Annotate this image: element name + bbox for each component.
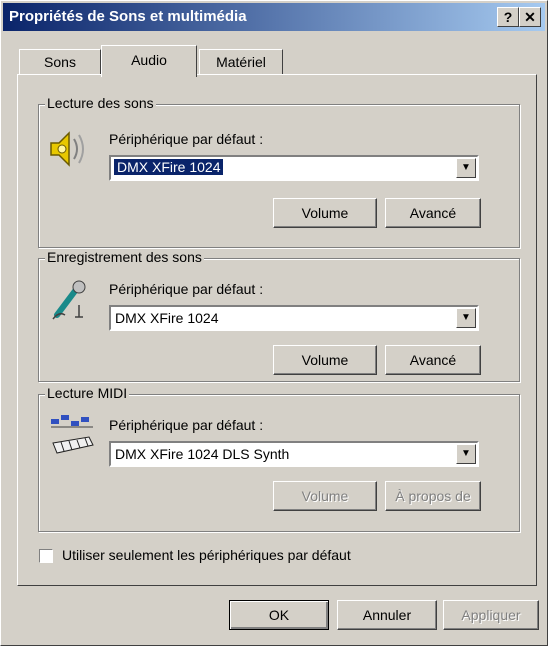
midi-device-label: Périphérique par défaut : — [109, 417, 264, 433]
group-midi: Lecture MIDI Périphérique par défaut : D… — [38, 385, 520, 532]
tab-audio[interactable]: Audio — [101, 45, 197, 77]
title-bar[interactable]: Propriétés de Sons et multimédia ? ✕ — [3, 3, 545, 31]
chevron-down-icon[interactable]: ▼ — [456, 158, 476, 178]
playback-device-select[interactable]: DMX XFire 1024 ▼ — [109, 155, 479, 181]
recording-advanced-button[interactable]: Avancé — [385, 345, 481, 375]
tab-materiel[interactable]: Matériel — [199, 49, 283, 75]
group-playback-label: Lecture des sons — [45, 95, 156, 111]
playback-device-value: DMX XFire 1024 — [114, 159, 224, 175]
group-midi-label: Lecture MIDI — [45, 385, 130, 401]
window-title: Propriétés de Sons et multimédia — [9, 8, 247, 25]
playback-advanced-button[interactable]: Avancé — [385, 198, 481, 228]
default-devices-only-checkbox[interactable] — [39, 549, 53, 563]
group-playback: Lecture des sons Périphérique par défaut… — [38, 95, 520, 248]
chevron-down-icon[interactable]: ▼ — [456, 444, 476, 464]
recording-device-label: Périphérique par défaut : — [109, 281, 264, 297]
apply-button: Appliquer — [443, 600, 539, 630]
chevron-down-icon[interactable]: ▼ — [456, 308, 476, 328]
close-button[interactable]: ✕ — [519, 7, 541, 27]
group-recording-label: Enregistrement des sons — [45, 249, 204, 265]
midi-device-value: DMX XFire 1024 DLS Synth — [115, 446, 290, 462]
midi-volume-button: Volume — [273, 481, 377, 511]
midi-keyboard-icon — [51, 415, 94, 454]
midi-about-button: À propos de — [385, 481, 481, 511]
ok-button[interactable]: OK — [229, 600, 329, 630]
dialog-window: Propriétés de Sons et multimédia ? ✕ Son… — [0, 0, 548, 646]
microphone-icon — [52, 280, 86, 320]
playback-volume-button[interactable]: Volume — [273, 198, 377, 228]
help-button[interactable]: ? — [497, 7, 519, 27]
recording-device-value: DMX XFire 1024 — [115, 310, 219, 326]
tab-panel-audio: Lecture des sons Périphérique par défaut… — [17, 74, 537, 586]
playback-device-label: Périphérique par défaut : — [109, 131, 264, 147]
default-devices-only-label[interactable]: Utiliser seulement les périphériques par… — [62, 547, 351, 563]
recording-device-select[interactable]: DMX XFire 1024 ▼ — [109, 305, 479, 331]
speaker-icon — [50, 131, 84, 167]
tab-sons[interactable]: Sons — [19, 49, 101, 75]
recording-volume-button[interactable]: Volume — [273, 345, 377, 375]
group-recording: Enregistrement des sons Périphérique par… — [38, 249, 520, 382]
cancel-button[interactable]: Annuler — [337, 600, 437, 630]
midi-device-select[interactable]: DMX XFire 1024 DLS Synth ▼ — [109, 441, 479, 467]
